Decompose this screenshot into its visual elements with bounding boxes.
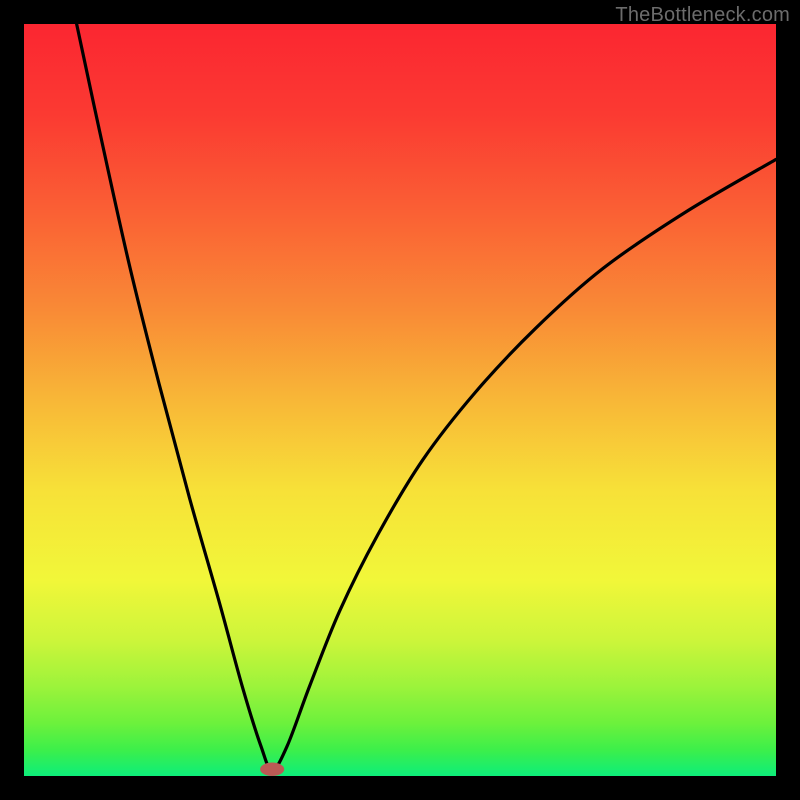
plot-frame <box>24 24 776 776</box>
minimum-marker <box>260 762 284 776</box>
gradient-background <box>24 24 776 776</box>
plot-svg <box>24 24 776 776</box>
chart-root: TheBottleneck.com <box>0 0 800 800</box>
watermark-label: TheBottleneck.com <box>615 4 790 27</box>
